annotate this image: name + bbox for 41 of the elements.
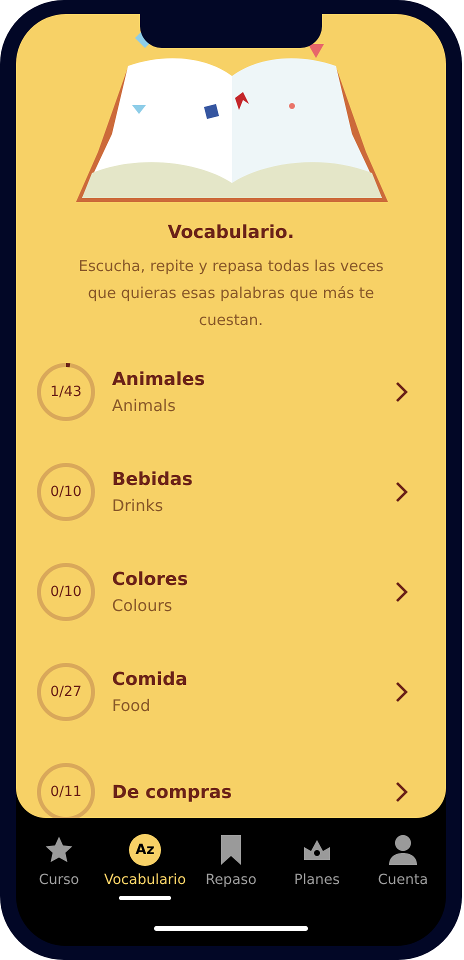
progress-count: 1/43 — [50, 384, 82, 400]
topic-translation: Animals — [112, 396, 177, 415]
progress-count: 0/11 — [50, 784, 82, 800]
topic-row[interactable]: 0/10 Bebidas Drinks — [16, 442, 446, 542]
progress-ring — [36, 562, 96, 622]
topic-translation: Drinks — [112, 496, 164, 515]
tab-button[interactable]: Cuenta — [360, 832, 446, 888]
topic-title: Colores — [112, 569, 189, 590]
topic-title: Bebidas — [112, 469, 194, 490]
topic-title: Comida — [112, 669, 189, 690]
topic-row[interactable]: 0/10 Colores Colours — [16, 542, 446, 642]
topic-translation: Food — [112, 696, 152, 715]
topic-row[interactable]: 0/11 De compras — [16, 742, 446, 818]
topic-translation: Colours — [112, 596, 174, 615]
chevron-right-icon — [394, 581, 408, 603]
progress-count: 0/27 — [50, 684, 82, 700]
person-icon — [388, 834, 418, 866]
progress-ring — [36, 662, 96, 722]
progress-ring — [36, 462, 96, 522]
tab-button[interactable]: Repaso — [188, 832, 274, 888]
topic-title: Animales — [112, 369, 206, 390]
az-badge-icon: Az — [129, 834, 161, 866]
tab-button[interactable]: Az Vocabulario — [102, 832, 188, 888]
progress-ring — [36, 362, 96, 422]
chevron-right-icon — [394, 381, 408, 403]
chevron-right-icon — [394, 481, 408, 503]
chevron-right-icon — [394, 781, 408, 803]
topic-row[interactable]: 1/43 Animales Animals — [16, 342, 446, 442]
tab-button[interactable]: Planes — [274, 832, 360, 888]
chevron-right-icon — [394, 681, 408, 703]
bookmark-icon — [220, 834, 242, 866]
page-description: Escucha, repite y repasa todas las veces que quieras esas palabras que más te cuestan. — [77, 256, 385, 331]
progress-count: 0/10 — [50, 584, 82, 600]
topic-title: De compras — [112, 782, 233, 802]
topic-row[interactable]: 0/27 Comida Food — [16, 642, 446, 742]
tab-button[interactable]: Curso — [16, 832, 102, 888]
page-title: Vocabulario. — [168, 222, 294, 243]
progress-count: 0/10 — [50, 484, 82, 500]
active-tab-indicator — [119, 896, 171, 900]
progress-ring — [36, 762, 96, 818]
crown-icon — [303, 839, 331, 861]
